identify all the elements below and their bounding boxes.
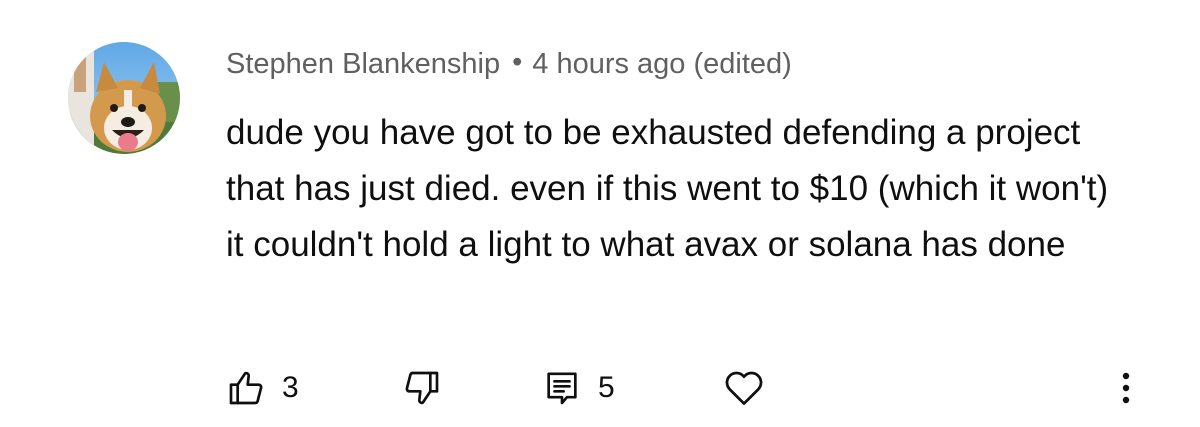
thumbs-up-icon <box>229 371 263 405</box>
dislike-button[interactable] <box>402 360 442 416</box>
comment-actions: 3 5 <box>0 360 1200 420</box>
reply-icon <box>547 372 577 405</box>
timestamp[interactable]: 4 hours ago (edited) <box>532 48 792 80</box>
thumbs-down-icon <box>405 371 439 405</box>
reply-count: 5 <box>598 371 615 404</box>
dog-avatar-icon <box>68 42 180 154</box>
comment-text: dude you have got to be exhausted defend… <box>226 113 1109 264</box>
author-name[interactable]: Stephen Blankenship <box>226 48 500 80</box>
meta-separator: • <box>512 46 523 78</box>
like-count: 3 <box>282 371 299 404</box>
comment: Stephen Blankenship • 4 hours ago (edited)… <box>0 0 1200 427</box>
heart-icon <box>725 371 763 405</box>
like-button[interactable]: 3 <box>226 360 299 416</box>
heart-button[interactable] <box>722 360 766 416</box>
avatar[interactable] <box>68 42 180 154</box>
reply-button[interactable]: 5 <box>542 360 615 416</box>
comment-meta: Stephen Blankenship • 4 hours ago (edited) <box>226 44 792 84</box>
more-options-button[interactable] <box>1106 360 1146 416</box>
more-vertical-icon <box>1122 372 1130 404</box>
